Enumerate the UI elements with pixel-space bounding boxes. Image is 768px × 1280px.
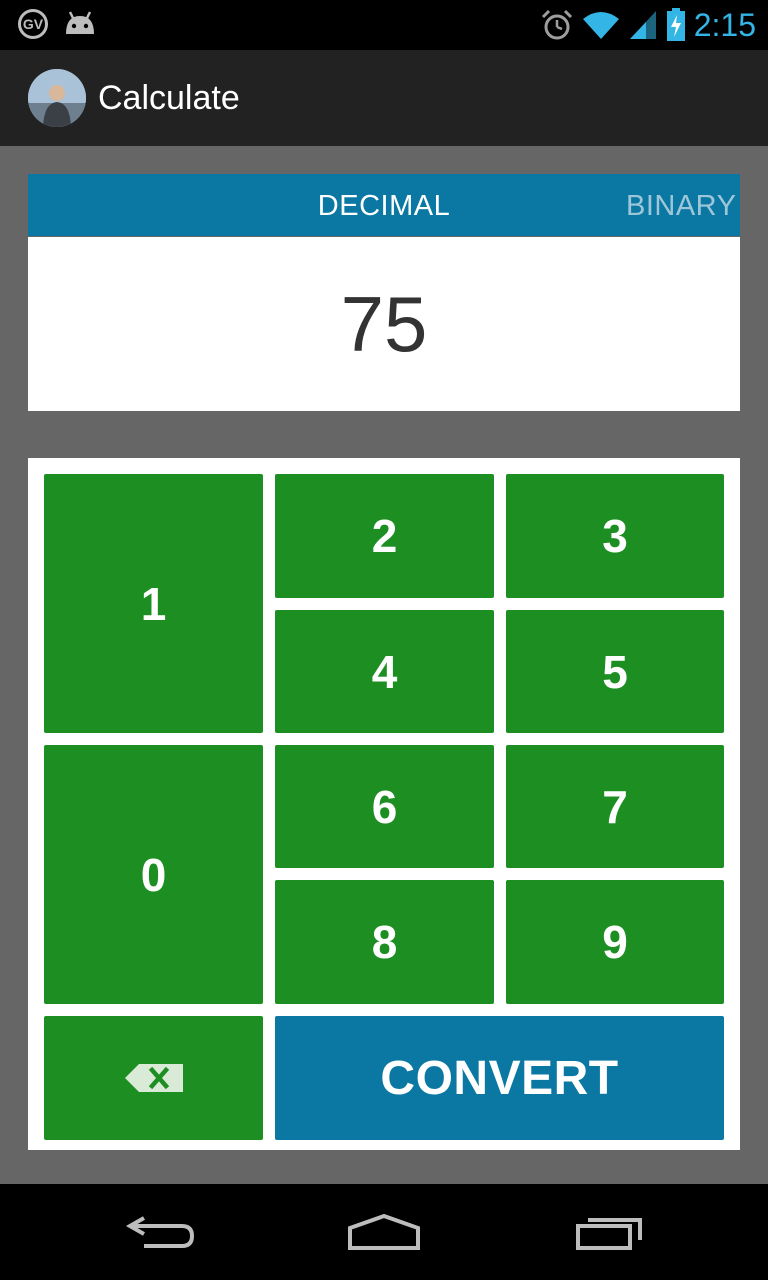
navigation-bar [0, 1184, 768, 1280]
key-5[interactable]: 5 [506, 610, 724, 733]
home-button[interactable] [334, 1202, 434, 1262]
key-2[interactable]: 2 [275, 474, 494, 598]
alarm-icon [541, 9, 572, 40]
key-6[interactable]: 6 [275, 745, 494, 868]
backspace-icon [124, 1064, 183, 1092]
signal-icon [629, 11, 656, 39]
app-title: Calculate [98, 79, 240, 117]
tab-binary[interactable]: BINARY [626, 174, 736, 236]
back-icon [125, 1216, 195, 1248]
back-button[interactable] [110, 1202, 210, 1262]
number-display: 75 [28, 237, 740, 411]
wifi-icon [582, 12, 619, 39]
key-0[interactable]: 0 [44, 745, 263, 1004]
key-7[interactable]: 7 [506, 745, 724, 868]
key-4[interactable]: 4 [275, 610, 494, 733]
app-avatar-icon[interactable] [28, 69, 86, 127]
recents-button[interactable] [560, 1202, 660, 1262]
key-8[interactable]: 8 [275, 880, 494, 1004]
recents-icon [576, 1218, 642, 1250]
battery-charging-icon [666, 8, 685, 41]
convert-button[interactable]: CONVERT [275, 1016, 724, 1140]
key-1[interactable]: 1 [44, 474, 263, 733]
key-3[interactable]: 3 [506, 474, 724, 598]
status-bar: GV 2:15 [0, 0, 768, 50]
google-voice-icon: GV [18, 9, 48, 39]
android-debug-icon [66, 11, 94, 34]
keypad: 1 2 3 4 5 0 6 7 8 9 CONVERT [28, 458, 740, 1150]
status-clock: 2:15 [693, 7, 756, 43]
home-icon [348, 1213, 420, 1250]
tab-bar: DECIMAL BINARY [28, 174, 740, 236]
backspace-button[interactable] [44, 1016, 263, 1140]
key-9[interactable]: 9 [506, 880, 724, 1004]
action-bar: Calculate [0, 50, 768, 146]
